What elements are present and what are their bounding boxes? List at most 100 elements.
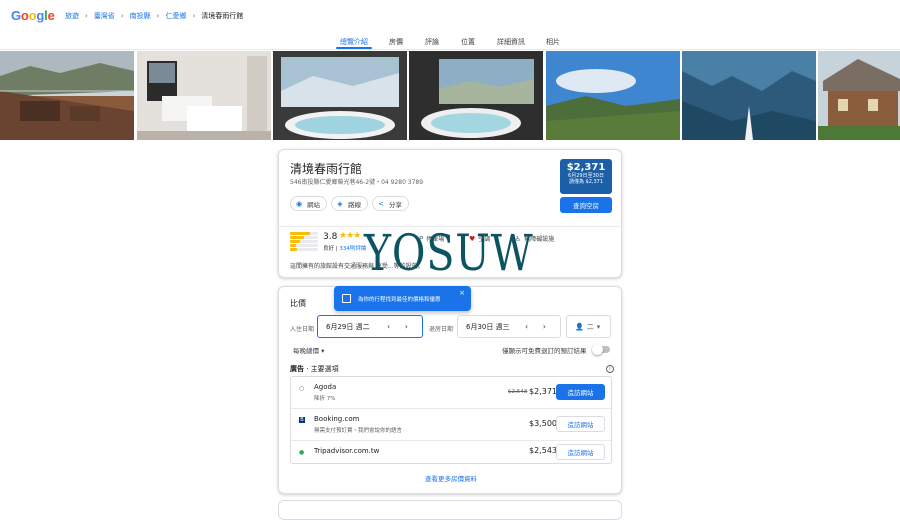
breadcrumb-hotel: 清境春雨行館 (201, 12, 244, 20)
rating-bar (290, 244, 318, 247)
tripadvisor-icon: ● (299, 449, 305, 456)
rating-bar (290, 232, 318, 235)
nightly-price-dropdown[interactable]: 每晚總價 ▾ (293, 345, 324, 355)
mountain-photo[interactable] (546, 51, 680, 140)
offer-name: Booking.com (314, 415, 360, 423)
valley-photo[interactable] (682, 51, 816, 140)
date-nav-icon[interactable]: ‹ › (387, 322, 414, 331)
offer-sub: 降折 7% (314, 396, 336, 402)
breadcrumb-township[interactable]: 仁愛鄉 (165, 11, 186, 21)
directions-button[interactable]: ◈ 路線 (331, 196, 368, 211)
next-section-card (278, 500, 622, 520)
checkin-date-field[interactable]: 6月29日 週二 ‹ › (317, 315, 423, 338)
ad-label: 廣告 (290, 365, 304, 373)
rating-bar (290, 248, 318, 251)
watermark: YOSUW (364, 224, 534, 282)
checkin-value: 6月29日 週二 (326, 322, 370, 331)
breadcrumb-travel[interactable]: 旅遊 (65, 11, 79, 21)
section-title: 比價 (290, 299, 306, 308)
check-availability-button[interactable]: 查詢空房 (560, 197, 612, 213)
rating-word: 良好 (323, 246, 335, 252)
checkout-date-field[interactable]: 6月30日 週三 ‹ › (457, 315, 561, 338)
photo-gallery (0, 51, 900, 140)
offer-name: Agoda (314, 383, 337, 391)
info-icon[interactable]: i (606, 365, 614, 373)
bedroom-photo[interactable] (137, 51, 271, 140)
visit-site-button[interactable]: 造訪網站 (556, 444, 605, 460)
rating-bar (290, 240, 318, 243)
bathtub-view-photo[interactable] (273, 51, 407, 140)
breadcrumb-county[interactable]: 南投縣 (130, 11, 151, 21)
price-summary-amount: $2,371 (566, 162, 606, 173)
share-icon: < (378, 199, 384, 208)
offer-price: $3,500 (529, 419, 557, 428)
featured-label: 主要選項 (310, 365, 339, 373)
active-tab-indicator (336, 47, 372, 49)
chevron-right-icon: › (192, 12, 196, 20)
date-nav-icon[interactable]: ‹ › (525, 322, 552, 331)
chevron-down-icon: ▾ (596, 322, 601, 331)
ad-line: 廣告 · 主要選項 (290, 365, 339, 373)
tab-location[interactable]: 位置 (461, 37, 475, 47)
chevron-down-icon: ▾ (321, 347, 325, 355)
breadcrumb-province[interactable]: 臺灣省 (94, 11, 115, 21)
free-cancel-toggle[interactable] (592, 344, 610, 355)
tab-reviews[interactable]: 評論 (425, 37, 439, 47)
balcony-photo[interactable] (0, 51, 134, 140)
hotel-address: 546南投縣仁愛鄉榮光巷46-2號・04 9280 3789 (290, 179, 424, 186)
chevron-right-icon: › (85, 12, 88, 20)
checkin-label: 入住日期 (290, 326, 315, 333)
tooltip-text: 為你的行程找到最佳的價格和優惠 (358, 296, 441, 303)
offer-original-price: $2,543 (508, 389, 528, 395)
person-icon: 👤 (575, 322, 584, 331)
list-item[interactable]: ○ Agoda 降折 7% $2,543 $2,371 造訪網站 (291, 377, 611, 409)
share-label: 分享 (389, 200, 402, 209)
more-prices-link[interactable]: 查看更多房價資料 (279, 473, 623, 483)
price-summary[interactable]: $2,371 6月29日至30日 請僅為 $2,371 (560, 159, 612, 194)
bathtub-window-photo[interactable] (409, 51, 543, 140)
close-icon[interactable]: × (459, 289, 465, 297)
reviews-link[interactable]: 334則評論 (339, 246, 366, 252)
agoda-icon: ○ (299, 385, 305, 392)
website-label: 網站 (307, 200, 320, 209)
google-logo[interactable]: Google (11, 8, 55, 23)
tab-details[interactable]: 詳細資訊 (497, 37, 525, 47)
rating-summary: 良好 | 334則評論 (323, 246, 367, 252)
hotel-name: 清境春雨行館 (290, 162, 363, 176)
guest-count: 二 (586, 322, 594, 331)
offer-name: Tripadvisor.com.tw (314, 447, 380, 455)
breadcrumb: 旅遊 › 臺灣省 › 南投縣 › 仁愛鄉 › 清境春雨行館 (65, 11, 243, 21)
globe-icon: ◉ (295, 199, 303, 208)
chevron-right-icon: › (120, 12, 124, 20)
nightly-label: 每晚總價 (293, 347, 319, 355)
price-comparison-card: 比價 為你的行程找到最佳的價格和優惠 × 入住日期 6月29日 週二 ‹ › 退… (278, 286, 622, 494)
list-item[interactable]: B Booking.com 無需支付預訂費・我們會說你的語言 $3,500 造訪… (291, 409, 611, 441)
tab-prices[interactable]: 房價 (389, 37, 403, 47)
star-icon: ★★★ (339, 231, 361, 241)
rating-bar (290, 236, 318, 239)
visit-site-button[interactable]: 造訪網站 (556, 416, 605, 432)
list-item[interactable]: ● Tripadvisor.com.tw $2,543 造訪網站 (291, 441, 611, 463)
chevron-right-icon: › (156, 12, 160, 20)
tab-overview[interactable]: 總覽介紹 (340, 37, 368, 47)
tab-photos[interactable]: 相片 (546, 37, 560, 47)
free-cancel-label: 僅顯示可免費退訂的預訂結果 (502, 347, 587, 355)
checkout-label: 退房日期 (429, 326, 454, 333)
directions-label: 路線 (348, 200, 361, 209)
section-tabs: 總覽介紹 房價 評論 位置 詳細資訊 相片 (0, 31, 900, 50)
visit-site-button[interactable]: 造訪網站 (556, 384, 605, 400)
cabin-photo[interactable] (818, 51, 900, 140)
share-button[interactable]: < 分享 (372, 196, 409, 211)
directions-icon: ◈ (337, 199, 343, 208)
rating-histogram (290, 232, 318, 252)
checkout-value: 6月30日 週三 (466, 322, 510, 331)
offer-sub: 無需支付預訂費・我們會說你的語言 (314, 428, 403, 434)
rating-score: 3.8 (323, 232, 338, 242)
guest-selector[interactable]: 👤 二 ▾ (566, 315, 611, 338)
offers-list: ○ Agoda 降折 7% $2,543 $2,371 造訪網站 B Booki… (290, 376, 612, 464)
price-tip-banner: 為你的行程找到最佳的價格和優惠 × (334, 286, 471, 311)
website-button[interactable]: ◉ 網站 (290, 196, 327, 211)
top-bar: Google 旅遊 › 臺灣省 › 南投縣 › 仁愛鄉 › 清境春雨行館 (0, 0, 900, 31)
offer-price: $2,371 (529, 387, 557, 396)
offer-price: $2,543 (529, 446, 557, 455)
